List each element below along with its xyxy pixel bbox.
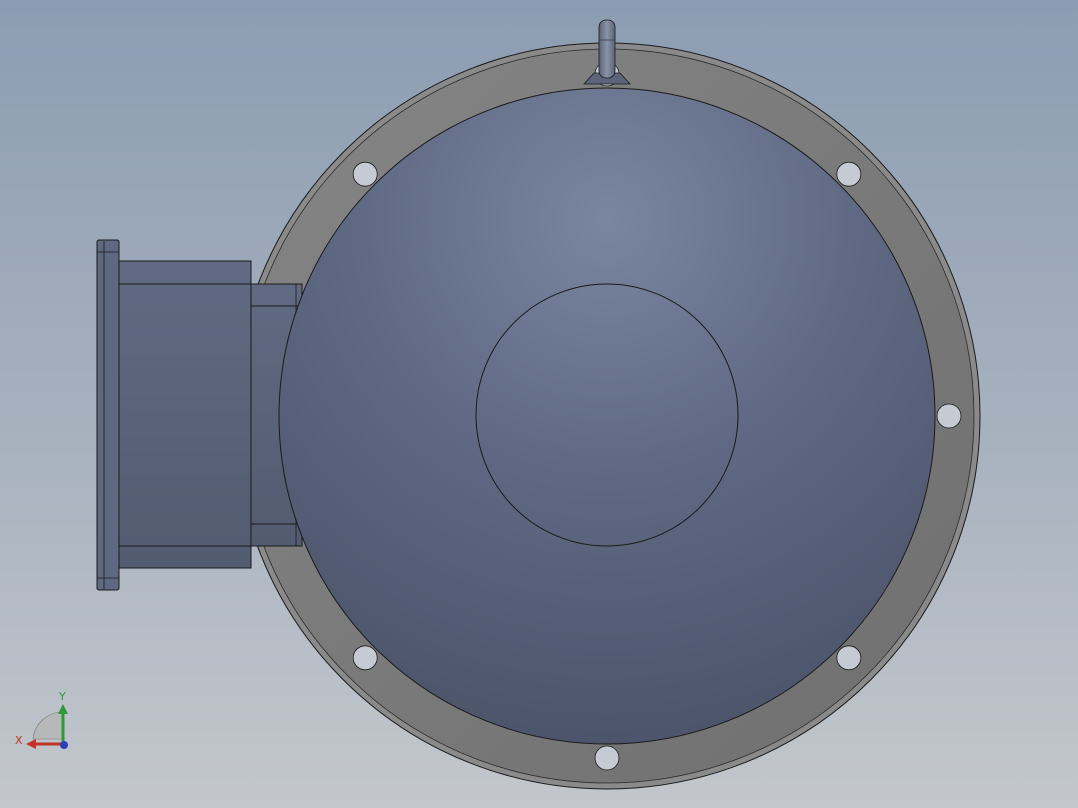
graphics-viewport[interactable]: Y X: [0, 0, 1078, 808]
bolt-hole[interactable]: [352, 161, 378, 187]
model-view[interactable]: Y X: [0, 0, 1078, 808]
bolt-hole[interactable]: [352, 645, 378, 671]
bolt-hole[interactable]: [836, 645, 862, 671]
nozzle-body[interactable]: [117, 260, 252, 569]
triad-y-label: Y: [58, 690, 66, 703]
nozzle-flange[interactable]: [96, 239, 120, 591]
dome-body[interactable]: [278, 87, 936, 745]
triad-x-label: X: [15, 734, 23, 747]
orientation-triad[interactable]: Y X: [15, 690, 68, 749]
bolt-hole[interactable]: [594, 745, 620, 771]
bolt-hole[interactable]: [936, 403, 962, 429]
bolt-hole[interactable]: [836, 161, 862, 187]
side-nozzle[interactable]: [96, 239, 303, 591]
